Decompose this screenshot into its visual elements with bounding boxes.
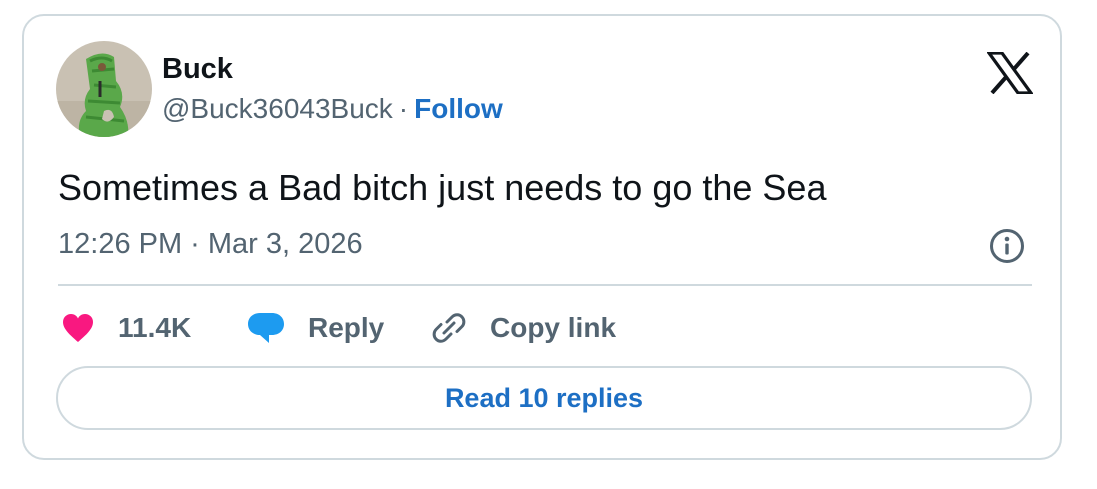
read-replies-label: Read 10 replies bbox=[444, 382, 644, 413]
read-replies-button[interactable]: Read 10 replies bbox=[56, 366, 1032, 430]
speech-bubble-icon bbox=[248, 313, 284, 343]
like-button[interactable]: 11.4K bbox=[62, 306, 191, 350]
author-name[interactable]: Buck bbox=[162, 52, 233, 86]
handle-separator: · bbox=[398, 93, 409, 124]
author-handle[interactable]: @Buck36043Buck bbox=[162, 93, 393, 124]
tweet-timestamp[interactable]: 12:26 PM · Mar 3, 2026 bbox=[58, 226, 363, 262]
follow-button[interactable]: Follow bbox=[414, 93, 503, 124]
copy-link-label: Copy link bbox=[490, 312, 617, 343]
info-icon[interactable] bbox=[989, 228, 1025, 264]
author-avatar[interactable] bbox=[56, 41, 152, 137]
heart-icon bbox=[63, 314, 93, 342]
reply-label: Reply bbox=[308, 312, 385, 343]
author-handle-row: @Buck36043Buck · Follow bbox=[162, 92, 503, 126]
divider bbox=[58, 284, 1032, 286]
x-logo-icon[interactable] bbox=[985, 51, 1035, 95]
link-icon bbox=[432, 313, 466, 343]
green-drawing-avatar-icon bbox=[56, 41, 152, 137]
reply-button[interactable]: Reply bbox=[246, 306, 384, 350]
like-count: 11.4K bbox=[118, 312, 192, 343]
tweet-text: Sometimes a Bad bitch just needs to go t… bbox=[58, 167, 827, 208]
copy-link-button[interactable]: Copy link bbox=[430, 306, 616, 350]
tweet-card: Buck @Buck36043Buck · Follow Sometimes a B… bbox=[22, 14, 1062, 460]
